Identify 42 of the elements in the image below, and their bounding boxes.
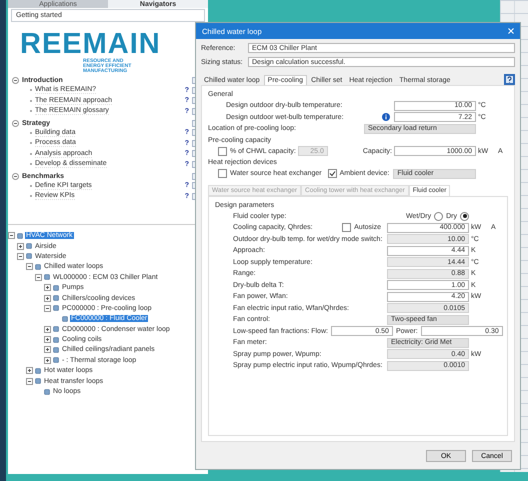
node-icon xyxy=(26,243,32,250)
radio-button[interactable] xyxy=(434,212,444,221)
collapse-icon[interactable] xyxy=(12,77,19,84)
expander-icon[interactable] xyxy=(26,378,33,385)
expander-icon[interactable] xyxy=(44,336,51,344)
node-icon xyxy=(53,305,59,312)
expander-icon[interactable] xyxy=(44,294,51,302)
checkbox[interactable] xyxy=(218,146,227,156)
checkbox[interactable] xyxy=(328,169,337,178)
node-icon xyxy=(35,368,41,374)
node-icon xyxy=(53,295,59,302)
expander-icon[interactable] xyxy=(26,367,33,374)
expander-icon[interactable] xyxy=(17,252,24,260)
collapse-icon[interactable] xyxy=(12,120,19,126)
expander-icon[interactable] xyxy=(44,356,51,364)
help-icon[interactable] xyxy=(504,74,515,85)
radio-button[interactable] xyxy=(460,212,469,221)
logo-wordmark: REEMAIN xyxy=(20,29,161,59)
collapse-icon[interactable] xyxy=(12,172,19,180)
expander-icon[interactable] xyxy=(17,242,24,250)
expander-icon[interactable] xyxy=(44,326,51,333)
node-icon xyxy=(35,378,41,384)
node-icon xyxy=(53,357,59,364)
node-icon xyxy=(17,232,23,239)
close-icon[interactable] xyxy=(508,28,514,34)
expander-icon[interactable] xyxy=(44,284,51,292)
node-icon xyxy=(35,264,41,270)
expander-icon[interactable] xyxy=(44,346,51,354)
node-icon xyxy=(53,284,59,291)
node-icon xyxy=(53,346,59,353)
expander-icon[interactable] xyxy=(35,274,42,281)
node-icon xyxy=(44,388,50,395)
expander-icon[interactable] xyxy=(26,263,33,270)
checkbox[interactable] xyxy=(342,223,352,232)
node-icon xyxy=(53,326,59,332)
node-icon xyxy=(53,336,59,343)
checkbox[interactable] xyxy=(218,169,227,178)
expander-icon[interactable] xyxy=(8,232,15,240)
node-icon xyxy=(26,253,32,260)
node-icon xyxy=(62,316,68,322)
node-icon xyxy=(44,274,50,280)
expander-icon[interactable] xyxy=(44,304,51,312)
